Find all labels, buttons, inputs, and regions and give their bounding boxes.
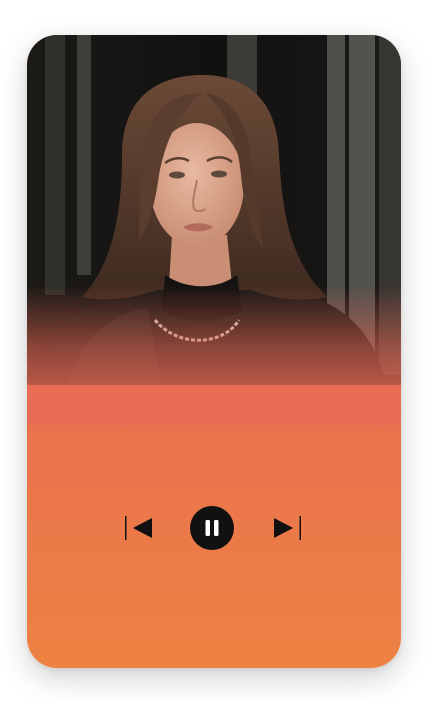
skip-next-icon bbox=[274, 516, 301, 540]
skip-previous-icon bbox=[125, 516, 152, 540]
cover-gradient-fade bbox=[27, 285, 401, 425]
previous-track-button[interactable] bbox=[124, 515, 154, 541]
next-track-button[interactable] bbox=[272, 515, 302, 541]
music-player-card bbox=[27, 35, 401, 668]
playback-controls bbox=[27, 505, 401, 551]
pause-button[interactable] bbox=[190, 506, 234, 550]
pause-icon bbox=[190, 506, 234, 550]
